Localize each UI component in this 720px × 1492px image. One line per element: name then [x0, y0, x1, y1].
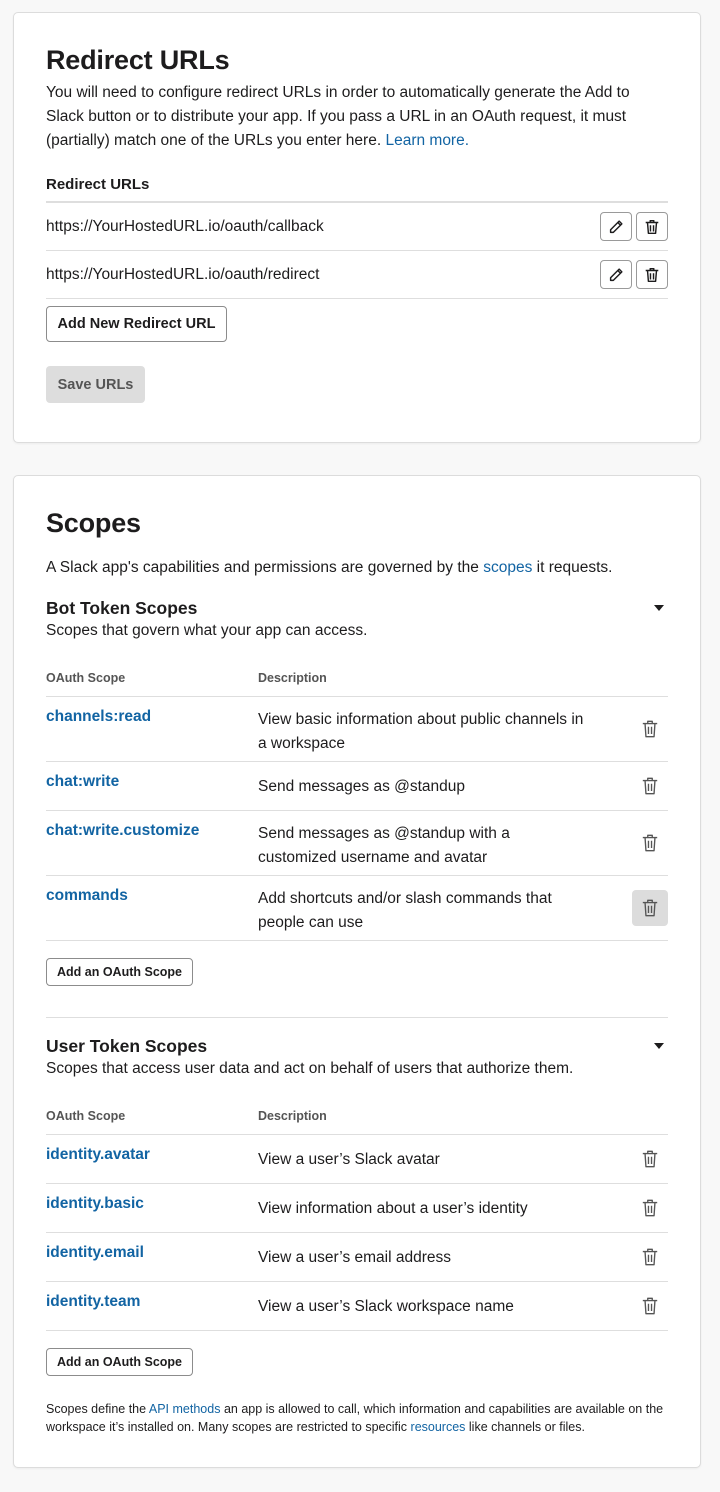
scope-description: Send messages as @standup with a customi…: [258, 825, 510, 866]
bot-token-scopes-title: Bot Token Scopes: [46, 598, 198, 618]
trash-icon: [645, 219, 659, 234]
trash-icon: [642, 1199, 658, 1217]
delete-scope-button[interactable]: [632, 1141, 668, 1177]
delete-url-button[interactable]: [636, 260, 668, 289]
pencil-icon: [609, 267, 623, 281]
redirect-url-row: https://YourHostedURL.io/oauth/callback: [46, 203, 668, 251]
table-row: commands Add shortcuts and/or slash comm…: [46, 876, 668, 941]
trash-icon: [642, 899, 658, 917]
redirect-urls-description: You will need to configure redirect URLs…: [46, 84, 630, 149]
scope-description: View a user’s Slack workspace name: [258, 1298, 514, 1315]
scope-name[interactable]: identity.basic: [46, 1195, 144, 1213]
scopes-card: Scopes A Slack app's capabilities and pe…: [13, 475, 701, 1468]
trash-icon: [642, 720, 658, 738]
bot-token-scopes-subtitle: Scopes that govern what your app can acc…: [46, 622, 368, 639]
table-row: identity.email View a user’s email addre…: [46, 1233, 668, 1282]
save-urls-button[interactable]: Save URLs: [46, 366, 145, 403]
redirect-urls-list: https://YourHostedURL.io/oauth/callback …: [46, 201, 668, 299]
scope-description: View information about a user’s identity: [258, 1200, 528, 1217]
delete-scope-button[interactable]: [632, 711, 668, 747]
redirect-urls-list-label: Redirect URLs: [46, 176, 150, 193]
scope-description: Add shortcuts and/or slash commands that…: [258, 890, 552, 931]
user-token-scopes-title: User Token Scopes: [46, 1036, 208, 1056]
api-methods-link[interactable]: API methods: [149, 1402, 221, 1416]
delete-scope-button[interactable]: [632, 1288, 668, 1324]
scope-name[interactable]: chat:write: [46, 773, 119, 791]
scopes-title: Scopes: [46, 508, 141, 538]
edit-url-button[interactable]: [600, 212, 632, 241]
learn-more-link[interactable]: Learn more.: [385, 132, 469, 149]
scope-name[interactable]: identity.email: [46, 1244, 144, 1262]
delete-scope-button[interactable]: [632, 1239, 668, 1275]
redirect-url-row: https://YourHostedURL.io/oauth/redirect: [46, 251, 668, 299]
table-row: identity.team View a user’s Slack worksp…: [46, 1282, 668, 1331]
table-row: identity.avatar View a user’s Slack avat…: [46, 1135, 668, 1184]
scope-name[interactable]: commands: [46, 887, 128, 905]
edit-url-button[interactable]: [600, 260, 632, 289]
trash-icon: [642, 834, 658, 852]
scopes-intro: A Slack app's capabilities and permissio…: [46, 559, 613, 576]
caret-down-icon[interactable]: [654, 605, 664, 611]
column-header-description: Description: [258, 671, 327, 685]
delete-url-button[interactable]: [636, 212, 668, 241]
redirect-urls-title: Redirect URLs: [46, 45, 230, 75]
trash-icon: [645, 267, 659, 282]
delete-scope-button[interactable]: [632, 768, 668, 804]
caret-down-icon[interactable]: [654, 1043, 664, 1049]
delete-scope-button[interactable]: [632, 890, 668, 926]
table-row: chat:write.customize Send messages as @s…: [46, 811, 668, 876]
scope-name[interactable]: identity.avatar: [46, 1146, 150, 1164]
delete-scope-button[interactable]: [632, 825, 668, 861]
delete-scope-button[interactable]: [632, 1190, 668, 1226]
user-token-scopes-subtitle: Scopes that access user data and act on …: [46, 1060, 574, 1077]
add-redirect-url-button[interactable]: Add New Redirect URL: [46, 306, 227, 342]
scopes-footer-note: Scopes define the API methods an app is …: [46, 1402, 664, 1434]
scope-name[interactable]: chat:write.customize: [46, 822, 199, 840]
redirect-urls-card: Redirect URLs You will need to configure…: [13, 12, 701, 443]
table-row: channels:read View basic information abo…: [46, 697, 668, 762]
column-header-scope: OAuth Scope: [46, 1109, 126, 1123]
scope-name[interactable]: identity.team: [46, 1293, 140, 1311]
resources-link[interactable]: resources: [411, 1420, 466, 1434]
scope-description: View basic information about public chan…: [258, 711, 584, 752]
trash-icon: [642, 777, 658, 795]
scope-description: View a user’s email address: [258, 1249, 451, 1266]
scope-description: Send messages as @standup: [258, 778, 466, 795]
redirect-url-text: https://YourHostedURL.io/oauth/redirect: [46, 266, 320, 283]
scopes-link[interactable]: scopes: [483, 559, 532, 576]
scope-description: View a user’s Slack avatar: [258, 1151, 440, 1168]
scope-name[interactable]: channels:read: [46, 708, 151, 726]
column-header-scope: OAuth Scope: [46, 671, 126, 685]
trash-icon: [642, 1248, 658, 1266]
add-oauth-scope-button[interactable]: Add an OAuth Scope: [46, 958, 193, 986]
add-oauth-scope-button[interactable]: Add an OAuth Scope: [46, 1348, 193, 1376]
trash-icon: [642, 1297, 658, 1315]
user-token-scopes-section: User Token Scopes Scopes that access use…: [46, 1034, 668, 1376]
table-row: chat:write Send messages as @standup: [46, 762, 668, 811]
trash-icon: [642, 1150, 658, 1168]
table-row: identity.basic View information about a …: [46, 1184, 668, 1233]
redirect-url-text: https://YourHostedURL.io/oauth/callback: [46, 218, 324, 235]
column-header-description: Description: [258, 1109, 327, 1123]
pencil-icon: [609, 219, 623, 233]
